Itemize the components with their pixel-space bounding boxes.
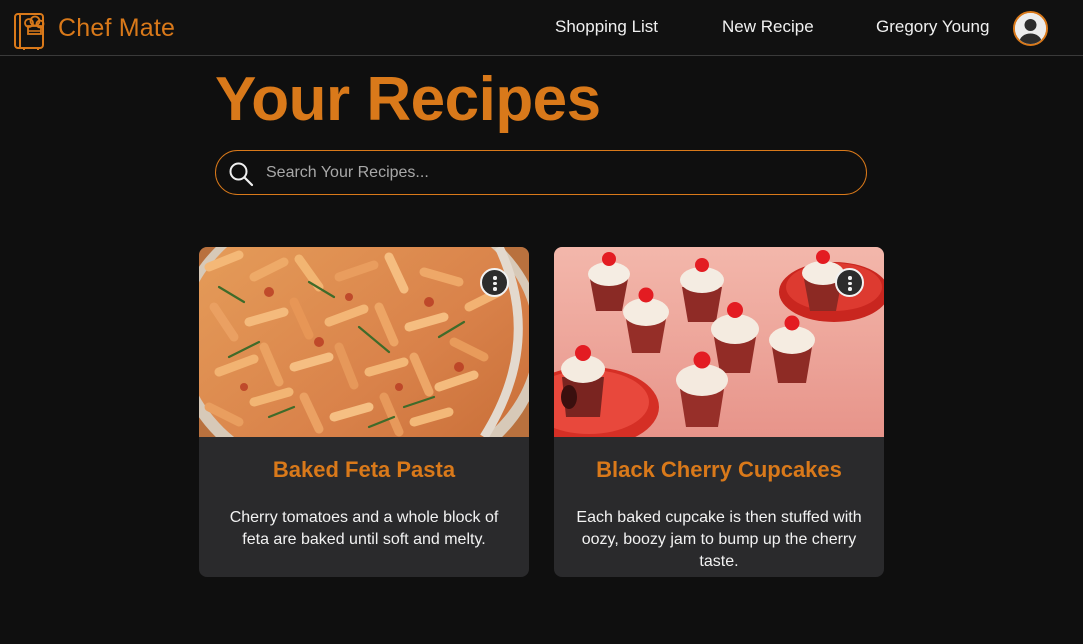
recipe-menu-button[interactable] — [480, 268, 509, 297]
recipe-card[interactable]: Black Cherry Cupcakes Each baked cupcake… — [554, 247, 884, 577]
nav-user-name[interactable]: Gregory Young — [876, 17, 989, 37]
search-bar[interactable] — [215, 150, 867, 195]
more-vertical-icon — [848, 276, 852, 280]
user-avatar-icon — [1015, 13, 1046, 44]
recipe-image-black-cherry-cupcakes — [554, 247, 884, 437]
recipe-description: Each baked cupcake is then stuffed with … — [576, 509, 862, 570]
chef-book-icon — [14, 13, 45, 50]
recipe-menu-button[interactable] — [835, 268, 864, 297]
page-title: Your Recipes — [215, 65, 601, 134]
search-input[interactable] — [266, 159, 846, 187]
recipe-description: Cherry tomatoes and a whole block of fet… — [229, 509, 499, 548]
user-avatar[interactable] — [1013, 11, 1048, 46]
recipe-title: Black Cherry Cupcakes — [596, 457, 842, 482]
nav-shopping-list[interactable]: Shopping List — [555, 17, 658, 37]
top-nav-bar: Chef Mate Shopping List New Recipe Grego… — [0, 0, 1083, 56]
recipe-title: Baked Feta Pasta — [272, 457, 456, 482]
search-icon — [229, 162, 254, 187]
brand-name: Chef Mate — [58, 13, 176, 42]
recipe-image-baked-feta-pasta — [199, 247, 529, 437]
nav-new-recipe[interactable]: New Recipe — [722, 17, 814, 37]
brand-home-link[interactable]: Chef Mate — [12, 6, 175, 50]
recipe-card[interactable]: Baked Feta Pasta Cherry tomatoes and a w… — [199, 247, 529, 577]
more-vertical-icon — [493, 276, 497, 280]
